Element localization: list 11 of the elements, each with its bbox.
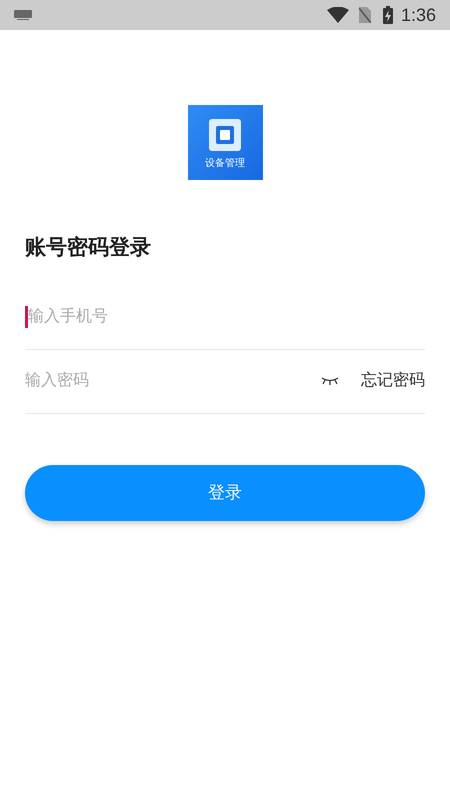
logo-caption: 设备管理 (205, 158, 245, 170)
keyboard-icon (14, 10, 32, 20)
page-title: 账号密码登录 (25, 234, 152, 261)
status-time: 1:36 (400, 4, 436, 26)
eye-closed-icon[interactable] (321, 377, 339, 385)
phone-input-field[interactable]: 输入手机号 (28, 305, 425, 329)
battery-charging-icon (382, 6, 393, 24)
password-input-field[interactable]: 输入密码 (25, 369, 321, 393)
wifi-icon (326, 7, 349, 23)
no-sim-icon (358, 7, 371, 23)
forgot-password-link[interactable]: 忘记密码 (361, 369, 425, 393)
